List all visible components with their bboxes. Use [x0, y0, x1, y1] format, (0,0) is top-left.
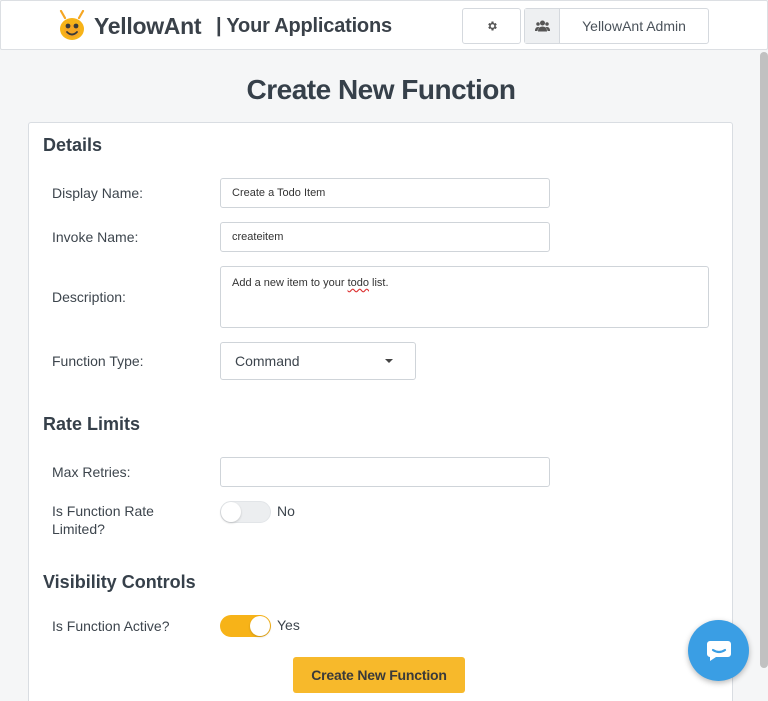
function-active-toggle[interactable] [220, 615, 271, 637]
function-type-value: Command [235, 353, 300, 369]
yellowant-logo-icon[interactable] [57, 10, 87, 42]
gear-icon [487, 21, 497, 31]
invoke-name-label: Invoke Name: [52, 229, 139, 245]
page-scrollbar[interactable] [760, 52, 768, 668]
max-retries-input[interactable] [220, 457, 550, 487]
rate-limited-toggle[interactable] [220, 501, 271, 523]
visibility-heading: Visibility Controls [43, 572, 196, 592]
create-function-button[interactable]: Create New Function [293, 657, 465, 693]
function-type-select[interactable]: Command [220, 342, 416, 380]
description-text-start: Add a new item to your [232, 277, 348, 289]
users-icon-container [525, 9, 560, 43]
settings-button[interactable] [462, 8, 521, 44]
function-type-label: Function Type: [52, 353, 144, 369]
rate-limited-label-line2: Limited? [52, 521, 105, 537]
chat-icon [706, 640, 731, 661]
description-text-end: list. [368, 277, 389, 289]
description-label: Description: [52, 289, 126, 305]
user-name-label: YellowAnt Admin [582, 18, 686, 34]
toggle-knob [221, 502, 241, 522]
details-heading: Details [43, 135, 103, 155]
function-active-label: Is Function Active? [52, 618, 170, 634]
page-title: Create New Function [246, 74, 516, 105]
users-icon [534, 20, 550, 32]
rate-limited-label: Is Function Rate Limited? [52, 502, 154, 538]
description-misspelled-word: todo [347, 277, 369, 289]
rate-limited-label-line1: Is Function Rate [52, 503, 154, 519]
page-section-title: | Your Applications [216, 15, 392, 37]
description-textarea[interactable]: Add a new item to your todo list. [220, 266, 709, 328]
top-navbar: YellowAnt | Your Applications YellowAnt … [0, 0, 768, 50]
toggle-knob [250, 616, 270, 636]
rate-limited-state: No [277, 503, 295, 519]
max-retries-label: Max Retries: [52, 464, 131, 480]
user-menu-button[interactable]: YellowAnt Admin [524, 8, 709, 44]
function-active-state: Yes [277, 617, 300, 633]
caret-down-icon [385, 359, 393, 363]
chat-widget-button[interactable] [688, 620, 749, 681]
rate-limits-heading: Rate Limits [43, 414, 141, 434]
brand-name[interactable]: YellowAnt [94, 13, 202, 40]
invoke-name-input[interactable]: createitem [220, 222, 550, 252]
display-name-input[interactable]: Create a Todo Item [220, 178, 550, 208]
function-form-card [28, 122, 733, 701]
display-name-label: Display Name: [52, 185, 144, 201]
